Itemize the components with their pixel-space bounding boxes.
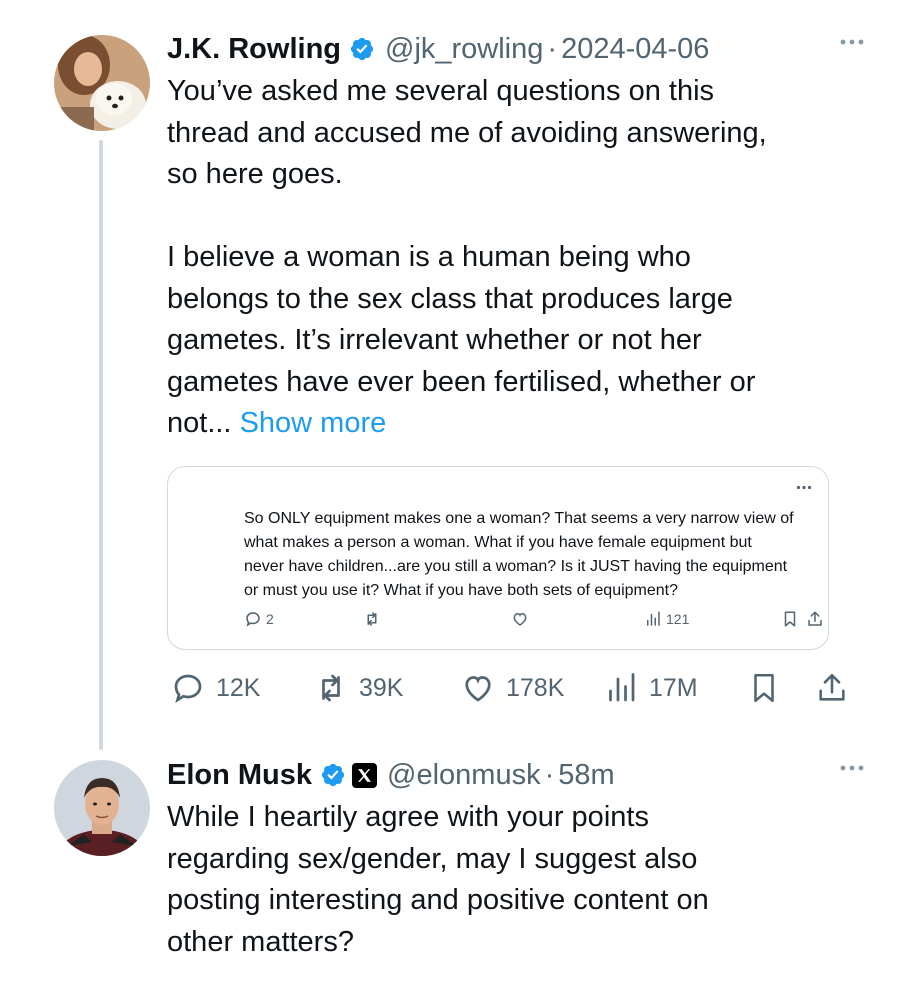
like-count: 178K [506, 673, 565, 702]
quote-line: So ONLY equipment makes one a woman? Tha… [244, 510, 794, 527]
more-icon[interactable] [839, 764, 865, 772]
quoted-tweet-card[interactable]: So ONLY equipment makes one a woman? Tha… [167, 466, 829, 650]
text-line: gametes have ever been fertilised, wheth… [167, 365, 756, 398]
repost-count: 39K [359, 673, 404, 702]
repost-icon [362, 610, 382, 628]
text-line: While I heartily agree with your points [167, 801, 649, 833]
reply-icon [170, 670, 206, 706]
text-line: I believe a woman is a human being who [167, 241, 691, 273]
author-name[interactable]: Elon Musk [167, 759, 312, 792]
reply-icon [244, 610, 262, 628]
quote-views-button[interactable]: 121 [644, 610, 689, 628]
quote-view-count: 121 [666, 611, 690, 627]
text-line: belongs to the sex class that produces l… [167, 282, 733, 315]
tweet-content: Elon Musk @elonmusk · 58m While I hearti… [167, 756, 865, 963]
tweet-musk[interactable]: Elon Musk @elonmusk · 58m While I hearti… [0, 752, 915, 1000]
like-button[interactable]: 178K [460, 670, 564, 706]
author-name[interactable]: J.K. Rowling [167, 33, 341, 66]
text-line: posting interesting and positive content… [167, 884, 709, 916]
quoted-tweet-text: So ONLY equipment makes one a woman? Tha… [244, 507, 816, 603]
tweet-content: J.K. Rowling @jk_rowling · 2024-04-06 Yo… [167, 30, 865, 445]
share-icon [806, 610, 824, 628]
timestamp[interactable]: 58m [558, 759, 614, 792]
views-icon [644, 610, 662, 628]
share-icon [815, 670, 849, 706]
tweet-rowling[interactable]: J.K. Rowling @jk_rowling · 2024-04-06 Yo… [0, 0, 915, 760]
more-icon[interactable] [839, 38, 865, 46]
text-line-last: not... Show more [167, 403, 865, 445]
quote-line: never have children...are you still a wo… [244, 558, 788, 575]
text-line: regarding sex/gender, may I suggest also [167, 842, 698, 875]
quote-bookmark-button[interactable] [781, 610, 799, 628]
text-line: gametes. It’s irrelevant whether or not … [167, 324, 702, 356]
quote-share-button[interactable] [806, 610, 824, 628]
show-more-link[interactable]: Show more [240, 407, 387, 439]
avatar-rowling-image [54, 35, 150, 131]
share-button[interactable] [815, 670, 849, 706]
bookmark-icon [781, 610, 799, 628]
views-button[interactable]: 17M [603, 670, 698, 706]
truncated-text: not... [167, 407, 232, 439]
repost-button[interactable]: 39K [313, 670, 403, 706]
text-line: other matters? [167, 925, 354, 958]
quote-line: what makes a person a woman. What if you… [244, 534, 752, 551]
repost-icon [313, 670, 349, 706]
tweet-header: J.K. Rowling @jk_rowling · 2024-04-06 [167, 30, 865, 68]
verified-badge-icon [320, 762, 346, 788]
separator: · [547, 32, 558, 65]
tweet-text: While I heartily agree with your points … [167, 797, 865, 963]
bookmark-button[interactable] [747, 670, 781, 706]
reply-count: 12K [216, 673, 261, 702]
author-handle[interactable]: @jk_rowling [385, 33, 543, 66]
bookmark-icon [747, 670, 781, 706]
views-icon [603, 670, 639, 706]
text-line: You’ve asked me several questions on thi… [167, 75, 715, 107]
text-line: so here goes. [167, 158, 343, 190]
quote-like-button[interactable] [511, 610, 529, 628]
quote-more-icon[interactable] [796, 485, 812, 490]
reply-button[interactable]: 12K [170, 670, 260, 706]
author-handle[interactable]: @elonmusk [387, 759, 541, 792]
tweet-actions: 12K 39K 178K 17M [167, 670, 857, 706]
avatar[interactable] [54, 760, 150, 856]
quoted-tweet-actions: 2 121 [244, 610, 822, 634]
quote-repost-button[interactable] [362, 610, 382, 628]
like-icon [460, 670, 496, 706]
verified-badge-icon [349, 36, 375, 62]
quote-line: or must you use it? What if you have bot… [244, 582, 679, 599]
separator: · [544, 758, 555, 791]
timestamp[interactable]: 2024-04-06 [561, 33, 709, 66]
quote-reply-count: 2 [266, 611, 274, 627]
quote-reply-button[interactable]: 2 [244, 610, 274, 628]
x-logo-icon [352, 762, 378, 788]
thread-line [99, 140, 103, 750]
avatar[interactable] [54, 35, 150, 131]
text-line: thread and accused me of avoiding answer… [167, 116, 767, 149]
tweet-header: Elon Musk @elonmusk · 58m [167, 756, 865, 794]
tweet-text: You’ve asked me several questions on thi… [167, 71, 865, 445]
view-count: 17M [649, 673, 698, 702]
like-icon [511, 610, 529, 628]
avatar-musk-image [54, 760, 150, 856]
